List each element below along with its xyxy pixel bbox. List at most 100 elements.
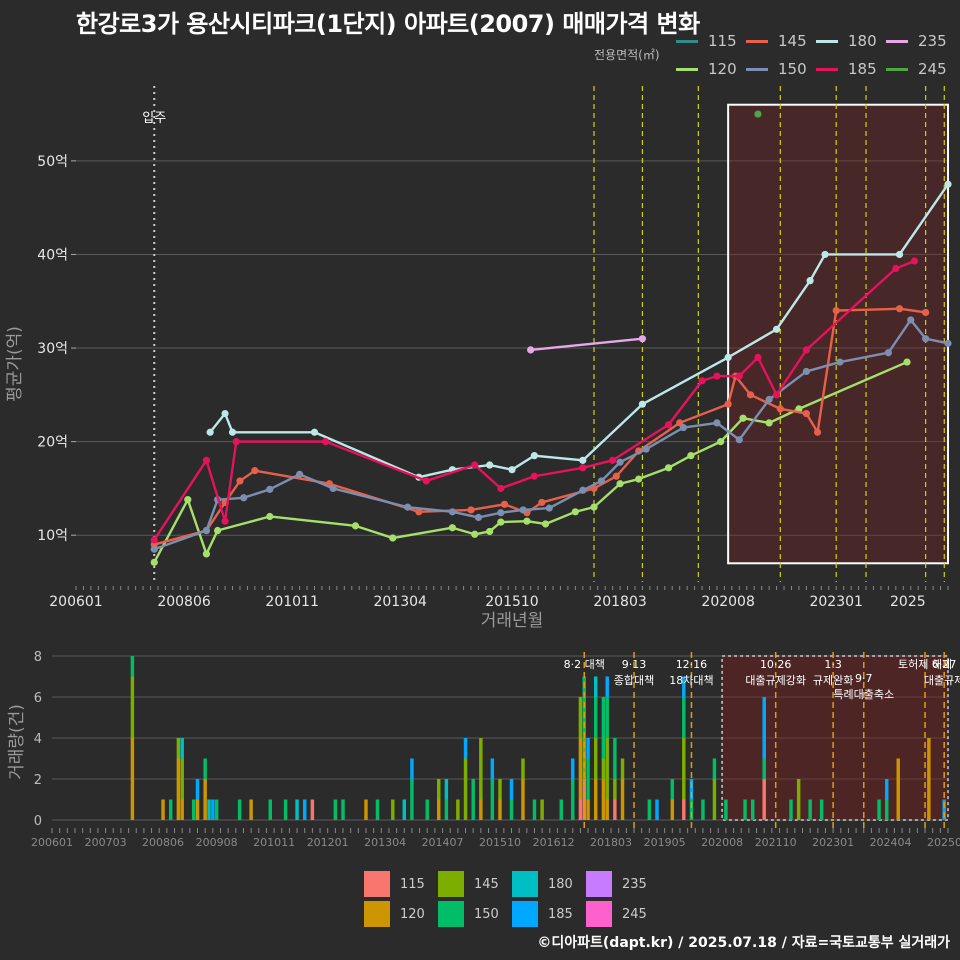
x-tick-label: 2025	[890, 594, 926, 610]
volume-bar-145	[479, 738, 483, 800]
data-point-145	[746, 391, 755, 399]
data-point-185	[221, 517, 229, 525]
volume-bar-150	[375, 799, 380, 820]
data-point-185	[772, 391, 781, 399]
volume-bar-145	[620, 758, 625, 779]
bar-legend-label: 245	[622, 907, 647, 922]
bar-legend-label: 120	[400, 907, 425, 922]
volume-bar-180	[295, 799, 299, 820]
volume-bar-120	[594, 779, 598, 820]
volume-bar-145	[456, 799, 460, 820]
volume-bar-120	[437, 799, 441, 820]
volume-bar-145	[463, 758, 468, 820]
policy-event-label: 6·27	[932, 658, 957, 671]
volume-bar-185	[605, 676, 609, 697]
data-point-120	[571, 508, 579, 516]
data-point-120	[903, 358, 911, 366]
volume-bar-185	[762, 697, 766, 759]
data-point-180	[486, 461, 494, 469]
bar-legend-swatch	[438, 871, 464, 897]
bar-x-tick-label: 201011	[253, 836, 295, 849]
bar-x-tick-label: 202507	[927, 836, 960, 849]
volume-bar-150	[410, 779, 414, 820]
volume-bar-150	[647, 799, 652, 820]
volume-bar-150	[509, 799, 514, 820]
data-point-185	[530, 472, 538, 480]
data-point-180	[895, 250, 904, 259]
data-point-180	[530, 452, 538, 460]
bar-x-tick-label: 201612	[533, 836, 575, 849]
policy-event-label: 특례대출축소	[833, 688, 894, 701]
data-point-120	[471, 530, 479, 538]
volume-bar-180	[402, 799, 406, 820]
volume-bar-120	[364, 799, 368, 820]
volume-bar-150	[743, 799, 747, 820]
data-point-145	[724, 400, 732, 408]
data-point-180	[221, 409, 229, 418]
volume-bar-150	[532, 799, 537, 820]
data-point-180	[206, 428, 214, 436]
data-point-120	[687, 452, 695, 460]
volume-bar-150	[471, 779, 475, 820]
volume-bar-145	[796, 779, 801, 820]
data-point-150	[836, 358, 844, 366]
volume-bar-150	[701, 799, 705, 820]
bar-x-tick-label: 200806	[142, 836, 184, 849]
data-point-145	[776, 405, 784, 413]
volume-bar-150	[168, 799, 173, 820]
volume-bar-115	[613, 799, 617, 820]
volume-bar-185	[586, 738, 590, 759]
data-point-120	[497, 518, 505, 526]
volume-bar-150	[605, 697, 609, 738]
volume-bar-180	[594, 676, 598, 697]
data-point-120	[523, 517, 531, 525]
data-point-150	[616, 458, 624, 466]
bar-x-tick-label: 200601	[31, 836, 73, 849]
bar-legend-label: 185	[548, 907, 573, 922]
data-point-120	[635, 475, 643, 483]
volume-bar-150	[808, 799, 812, 820]
bar-y-tick-label: 6	[34, 691, 42, 706]
bar-legend-swatch	[364, 901, 390, 927]
volume-bar-120	[479, 799, 483, 820]
volume-bar-120	[927, 738, 931, 820]
data-point-120	[486, 527, 494, 536]
data-point-145	[236, 477, 244, 485]
volume-bar-120	[130, 738, 135, 820]
data-point-185	[892, 264, 900, 273]
data-point-150	[713, 419, 721, 427]
bar-legend-item-245: 245	[586, 900, 672, 930]
policy-event-label: 규제완화	[813, 674, 853, 687]
volume-bar-145	[613, 779, 617, 800]
data-point-185	[232, 438, 240, 446]
policy-event-label: 대출규제	[924, 674, 960, 687]
data-point-150	[202, 526, 211, 535]
data-point-180	[724, 353, 732, 361]
data-point-150	[679, 423, 688, 432]
volume-bar-150	[877, 799, 881, 820]
volume-bar-145	[578, 697, 583, 738]
data-point-235	[527, 346, 535, 354]
bar-legend-swatch	[364, 871, 390, 897]
volume-bar-185	[490, 758, 495, 779]
volume-bar-115	[762, 779, 766, 820]
volume-bar-145	[712, 779, 717, 820]
data-point-185	[579, 464, 587, 472]
data-point-120	[214, 526, 222, 535]
volume-bar-185	[302, 799, 307, 820]
volume-bar-150	[586, 758, 590, 800]
policy-event-label: 1·3	[824, 658, 842, 671]
volume-bar-120	[195, 799, 200, 820]
data-point-185	[754, 353, 762, 361]
volume-bar-120	[161, 799, 165, 820]
volume-bar-150	[203, 758, 207, 779]
volume-bar-120	[601, 779, 606, 820]
bar-x-tick-label: 201510	[479, 836, 521, 849]
volume-bar-120	[498, 799, 502, 820]
volume-bar-145	[176, 738, 181, 759]
data-point-180	[821, 250, 829, 259]
data-point-180	[228, 428, 237, 436]
volume-bar-145	[521, 758, 525, 779]
data-point-145	[922, 308, 930, 317]
data-point-145	[802, 409, 810, 418]
